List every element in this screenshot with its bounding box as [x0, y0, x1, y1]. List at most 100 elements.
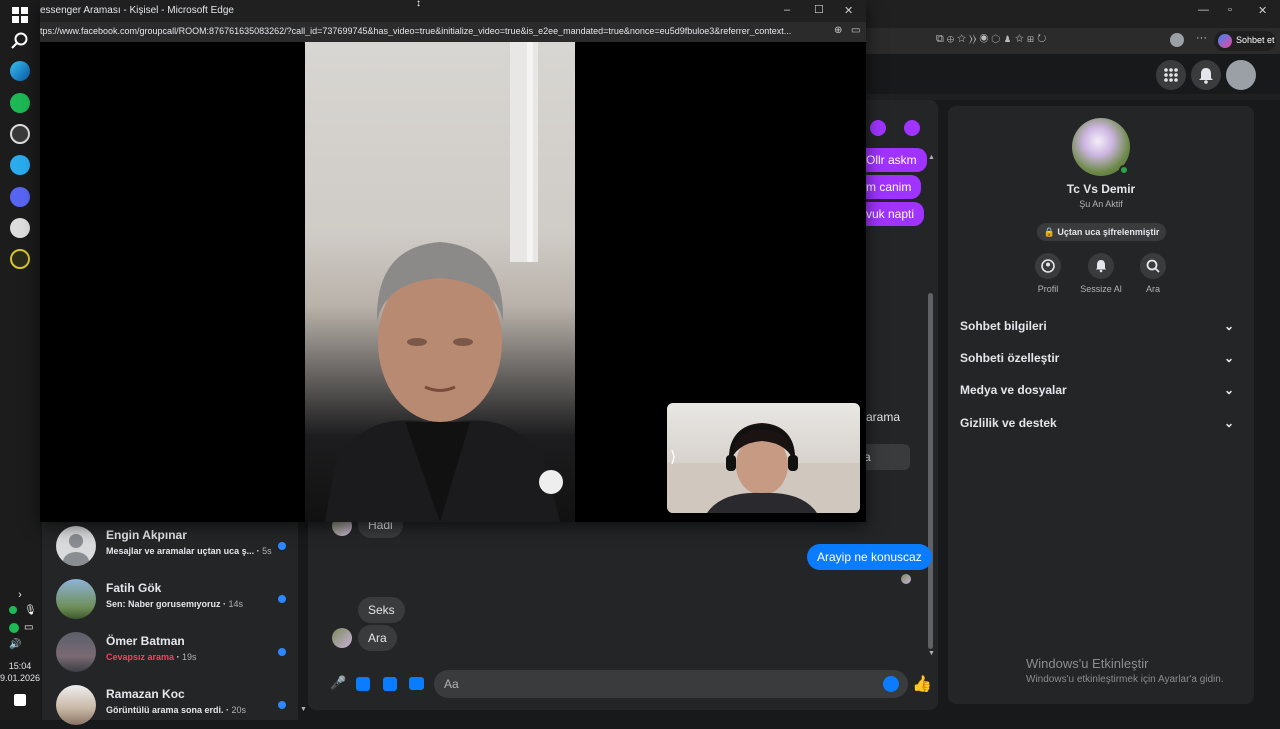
emoji-icon[interactable]: [883, 676, 899, 692]
discord-icon[interactable]: [10, 187, 30, 207]
search-icon[interactable]: [10, 31, 30, 51]
gallery-icon[interactable]: [356, 677, 370, 691]
mute-label: Sessize Al: [1080, 284, 1122, 294]
like-icon[interactable]: 👍: [912, 674, 932, 694]
conversation-info-panel: Tc Vs Demir Şu An Aktif 🔒 Uçtan uca şifr…: [948, 106, 1254, 704]
edge-maximize-button[interactable]: ▫: [1228, 4, 1232, 16]
preview-time: 14s: [228, 599, 244, 609]
zoom-icon[interactable]: ⊕: [834, 25, 842, 36]
window-title: essenger Araması - Kişisel - Microsoft E…: [40, 5, 234, 16]
address-bar[interactable]: tps://www.facebook.com/groupcall/ROOM:87…: [40, 22, 866, 42]
message-incoming[interactable]: Ara: [358, 625, 397, 651]
chat-scrollbar[interactable]: ▲ ▼: [928, 154, 935, 657]
mute-button[interactable]: [1088, 253, 1114, 279]
unread-dot: [278, 595, 286, 603]
list-item[interactable]: Ramazan Koc Görüntülü arama sona erdi. ·…: [56, 681, 296, 729]
bell-icon: [1199, 68, 1213, 84]
section-label: Sohbeti özelleştir: [960, 351, 1060, 365]
taskbar-date[interactable]: 9.01.2026: [0, 673, 40, 683]
message-input-placeholder: Aa: [444, 677, 459, 691]
section-privacy-support[interactable]: Gizlilik ve destek ⌄: [960, 416, 1242, 442]
windows-activation-title: Windows'u Etkinleştir: [1026, 656, 1149, 671]
search-button[interactable]: [1140, 253, 1166, 279]
camera-icon[interactable]: ▭: [851, 25, 860, 36]
message-preview: Mesajlar ve aramalar uçtan uca ş... · 5s: [106, 546, 272, 556]
chevron-up-icon[interactable]: ›: [0, 589, 40, 601]
taskbar-time[interactable]: 15:04: [0, 661, 40, 671]
preview-text: Sen: Naber gorusemıyoruz: [106, 599, 221, 609]
volume-icon[interactable]: 🔊: [9, 639, 21, 650]
unread-dot: [278, 648, 286, 656]
message-outgoing[interactable]: vuk napti: [856, 202, 925, 226]
menu-button[interactable]: [1156, 60, 1186, 90]
notification-icon[interactable]: [14, 694, 26, 706]
microphone-icon[interactable]: 🎙: [24, 605, 37, 616]
popup-title-bar[interactable]: essenger Araması - Kişisel - Microsoft E…: [40, 0, 866, 22]
section-customize-chat[interactable]: Sohbeti özelleştir ⌄: [960, 351, 1242, 377]
remote-participant-image: [325, 42, 563, 522]
preview-text: Görüntülü arama sona erdi.: [106, 705, 224, 715]
sticker-icon[interactable]: [383, 677, 397, 691]
account-avatar[interactable]: [1226, 60, 1256, 90]
encryption-badge[interactable]: 🔒 Uçtan uca şifrelenmiştir: [1037, 223, 1166, 241]
list-item[interactable]: Ömer Batman Cevapsız arama · 19s: [56, 628, 296, 676]
encryption-label: Uçtan uca şifrelenmiştir: [1057, 227, 1160, 237]
preview-text: Cevapsız arama: [106, 652, 175, 662]
minimize-button[interactable]: –: [784, 4, 790, 16]
scrollbar-thumb[interactable]: [928, 293, 933, 649]
extensions-icon[interactable]: ⧉ ⊕ ☆ ⟩⟩ ◉ ⬡ ♟ ✩ ⊞ ↻: [936, 33, 1046, 46]
profile-label: Profil: [1037, 284, 1059, 294]
more-options-icon[interactable]: ···: [1196, 32, 1207, 44]
section-media-files[interactable]: Medya ve dosyalar ⌄: [960, 383, 1242, 409]
copilot-button[interactable]: Sohbet et: [1214, 31, 1276, 51]
telegram-icon[interactable]: [10, 155, 30, 175]
section-chat-info[interactable]: Sohbet bilgileri ⌄: [960, 319, 1242, 345]
message-outgoing[interactable]: Arayip ne konuscaz: [807, 544, 932, 570]
maximize-button[interactable]: ☐: [814, 3, 824, 16]
app-icon[interactable]: [10, 218, 30, 238]
spotify-icon[interactable]: [10, 93, 30, 113]
call-event-text: arama: [866, 410, 901, 424]
mouse-cursor-icon: ↕: [416, 0, 421, 9]
video-call-icon[interactable]: [870, 120, 886, 136]
search-icon: [1146, 259, 1160, 273]
self-video-preview[interactable]: ⟩: [667, 403, 860, 513]
list-item[interactable]: Fatih Gök Sen: Naber gorusemıyoruz · 14s: [56, 575, 296, 623]
scroll-down-icon[interactable]: ▼: [928, 650, 935, 657]
contact-name: Engin Akpınar: [106, 528, 187, 542]
section-label: Sohbet bilgileri: [960, 319, 1047, 333]
call-again-button[interactable]: a: [860, 444, 910, 470]
windows-start-icon[interactable]: [10, 5, 30, 25]
list-item[interactable]: Engin Akpınar Mesajlar ve aramalar uçtan…: [56, 522, 296, 570]
network-icon[interactable]: ▭: [24, 622, 33, 633]
speedometer-icon[interactable]: [10, 124, 30, 144]
preview-time: 19s: [182, 652, 197, 662]
contact-name: Fatih Gök: [106, 581, 162, 595]
remote-video[interactable]: [305, 42, 575, 522]
microphone-icon[interactable]: 🎤: [330, 675, 346, 691]
edge-toolbar: ⧉ ⊕ ☆ ⟩⟩ ◉ ⬡ ♟ ✩ ⊞ ↻ ··· Sohbet et: [866, 28, 1280, 54]
message-input[interactable]: Aa: [434, 670, 908, 698]
preview-time: 20s: [231, 705, 247, 715]
section-label: Medya ve dosyalar: [960, 383, 1067, 397]
messenger-call-window: essenger Araması - Kişisel - Microsoft E…: [40, 0, 866, 522]
chat-list: Engin Akpınar Mesajlar ve aramalar uçtan…: [42, 520, 307, 725]
chevron-right-icon[interactable]: ⟩: [670, 447, 676, 467]
edge-close-button[interactable]: ✕: [1258, 4, 1267, 17]
message-incoming[interactable]: Seks: [358, 597, 405, 623]
close-button[interactable]: ✕: [844, 4, 853, 17]
message-outgoing[interactable]: Ollr askm: [856, 148, 927, 172]
user-avatar-icon[interactable]: [1170, 33, 1184, 47]
info-icon[interactable]: [904, 120, 920, 136]
edge-browser-icon[interactable]: [10, 61, 30, 81]
gif-icon[interactable]: [409, 677, 424, 690]
spotify-tray-icon[interactable]: [9, 623, 19, 633]
unread-dot: [278, 701, 286, 709]
notifications-button[interactable]: [1191, 60, 1221, 90]
scroll-up-icon[interactable]: ▲: [928, 154, 935, 161]
edge-minimize-button[interactable]: —: [1198, 4, 1209, 16]
game-launcher-icon[interactable]: [10, 249, 30, 269]
profile-button[interactable]: [1035, 253, 1061, 279]
scroll-down-icon[interactable]: ▼: [300, 706, 307, 713]
facebook-top-bar: [866, 54, 1280, 94]
